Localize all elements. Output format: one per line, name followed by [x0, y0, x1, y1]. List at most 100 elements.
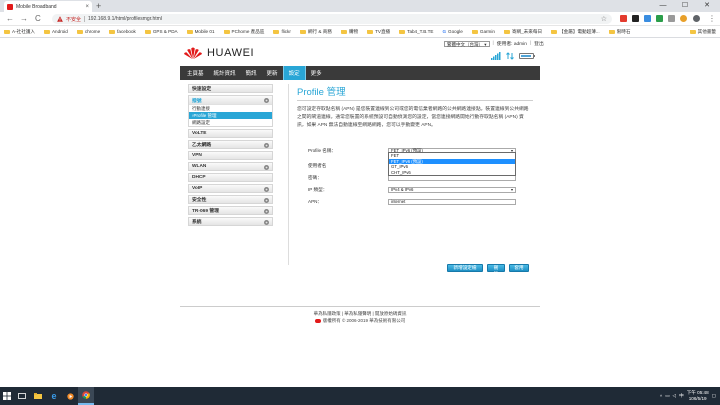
- close-window-button[interactable]: ✕: [696, 0, 718, 12]
- bookmark-item[interactable]: A-社社護入: [4, 29, 35, 35]
- expand-icon[interactable]: +: [264, 142, 269, 148]
- address-bar[interactable]: 不安全 192.168.9.1/html/profilesmgr.html ☆: [52, 14, 612, 24]
- nav-statistics[interactable]: 統計資訊: [209, 66, 241, 80]
- expand-icon[interactable]: +: [264, 208, 269, 214]
- bookmark-item[interactable]: Garmin: [471, 29, 495, 34]
- delete-button[interactable]: 刪除: [487, 264, 505, 276]
- expand-icon[interactable]: +: [264, 186, 269, 192]
- bookmark-item[interactable]: facebook: [109, 29, 136, 34]
- clock-date: 106/5/19: [688, 396, 707, 401]
- clock[interactable]: 下午 05:48 106/5/19: [687, 390, 709, 402]
- bookmark-item[interactable]: 限時石: [608, 29, 630, 35]
- password-field-label: 密碼：: [308, 175, 322, 180]
- sidebar-item-dhcp[interactable]: DHCP: [188, 173, 273, 182]
- google-icon: G: [442, 29, 447, 34]
- new-profile-button[interactable]: 新增設定檔: [447, 264, 483, 272]
- sidebar-item-ethernet[interactable]: 乙太網路 +: [188, 140, 273, 149]
- expand-icon[interactable]: +: [264, 197, 269, 203]
- edge-icon[interactable]: e: [46, 387, 62, 405]
- bookmark-item[interactable]: 購物: [340, 29, 358, 35]
- title-divider: [297, 100, 533, 101]
- browser-tab[interactable]: Mobile Broadband ×: [4, 1, 92, 12]
- back-button[interactable]: ←: [6, 14, 14, 23]
- url-text[interactable]: 192.168.9.1/html/profilesmgr.html: [88, 16, 162, 22]
- sidebar-item-voip[interactable]: VoIP +: [188, 184, 273, 193]
- sidebar-item-volte[interactable]: VoLTE: [188, 129, 273, 138]
- bookmark-item[interactable]: 寄網_未來每日: [503, 29, 542, 35]
- expand-icon[interactable]: +: [264, 164, 269, 170]
- tray-chevron-icon[interactable]: ^: [660, 394, 662, 399]
- sidebar-subitem-profile-management[interactable]: ›Profile 管理: [189, 112, 272, 119]
- bookmark-item[interactable]: TV直播: [367, 29, 390, 35]
- sidebar-item-dialup[interactable]: 撥號 +: [189, 96, 272, 105]
- apply-button[interactable]: 套用: [509, 264, 529, 272]
- nav-settings[interactable]: 設定: [282, 66, 306, 80]
- omnibox-divider: [84, 16, 86, 22]
- language-select[interactable]: 繁體中文（台灣） ▾: [444, 40, 490, 47]
- maximize-button[interactable]: ☐: [674, 0, 696, 12]
- nav-sms[interactable]: 簡訊: [241, 66, 262, 80]
- task-view-icon[interactable]: [14, 387, 30, 405]
- system-tray: ^ ▭ ◁ 中 下午 05:48 106/5/19 ▢: [660, 387, 716, 405]
- extension-icon[interactable]: [668, 15, 675, 22]
- nav-home[interactable]: 主頁基: [182, 66, 209, 80]
- page-footer: 華為私隱政策 | 華為私隱聲明 | 開放原始碼資訊 版權所有 © 2006-20…: [180, 310, 540, 324]
- bookmark-item[interactable]: chrome: [76, 29, 100, 34]
- sidebar-item-quick-setup[interactable]: 快速設定: [188, 84, 273, 93]
- extension-icon[interactable]: [644, 15, 651, 22]
- minimize-button[interactable]: —: [652, 0, 674, 12]
- bookmark-item[interactable]: GPS & PDA: [144, 29, 178, 34]
- dropdown-option[interactable]: CHT_IPv6: [389, 170, 515, 176]
- bookmark-item[interactable]: Tab4_T.B.TE: [399, 29, 433, 34]
- network-icon[interactable]: ▭: [665, 393, 669, 399]
- other-bookmarks[interactable]: 其他書籤: [689, 26, 716, 37]
- bookmark-star-icon[interactable]: ☆: [601, 15, 607, 23]
- folder-icon: [144, 29, 151, 34]
- expand-icon[interactable]: +: [264, 219, 269, 225]
- input-language[interactable]: 中: [679, 393, 684, 399]
- file-explorer-icon[interactable]: [30, 387, 46, 405]
- forward-button[interactable]: →: [20, 14, 28, 23]
- bookmark-item[interactable]: 【金屬】電動超薄...: [551, 29, 600, 35]
- browser-menu-icon[interactable]: ⋮: [708, 14, 716, 23]
- extension-icon[interactable]: [680, 15, 687, 22]
- footer-links[interactable]: 華為私隱政策 | 華為私隱聲明 | 開放原始碼資訊: [180, 310, 540, 317]
- huawei-flower-icon: [184, 47, 202, 59]
- sidebar-subitem-mobile-connection[interactable]: 行動連接: [189, 105, 272, 112]
- tab-close-icon[interactable]: ×: [85, 4, 89, 10]
- sidebar-item-tr069[interactable]: TR-069 管理 +: [188, 206, 273, 215]
- chrome-icon[interactable]: [78, 387, 94, 405]
- extension-icon[interactable]: [620, 15, 627, 22]
- sidebar-item-system[interactable]: 系統 +: [188, 217, 273, 226]
- profile-dropdown-list: FET FET_IPv6 (預設) GT_IPv6 CHT_IPv6: [388, 152, 516, 176]
- notifications-icon[interactable]: ▢: [712, 393, 716, 399]
- shield-extension-icon[interactable]: [656, 15, 663, 22]
- sidebar-subitem-network-settings[interactable]: 網路設定: [189, 119, 272, 126]
- media-player-icon[interactable]: [62, 387, 78, 405]
- bookmark-item[interactable]: PChome 產品區: [223, 29, 264, 35]
- sidebar-item-security[interactable]: 安全性 +: [188, 195, 273, 204]
- security-label[interactable]: 不安全: [66, 16, 81, 23]
- collapse-icon[interactable]: +: [264, 97, 269, 103]
- nav-more[interactable]: 更多: [306, 66, 327, 80]
- reload-button[interactable]: C: [35, 14, 41, 23]
- apn-field[interactable]: internet: [388, 199, 516, 205]
- sidebar-item-wlan[interactable]: WLAN +: [188, 162, 273, 171]
- folder-icon: [503, 29, 510, 34]
- bookmark-item[interactable]: G Google: [442, 29, 462, 34]
- folder-icon: [76, 29, 83, 34]
- nav-update[interactable]: 更新: [262, 66, 283, 80]
- new-tab-button[interactable]: +: [96, 1, 101, 11]
- bookmark-item[interactable]: Android: [43, 29, 68, 34]
- bookmark-item[interactable]: Mobile 01: [186, 29, 215, 34]
- extension-icon[interactable]: [632, 15, 639, 22]
- bookmark-item[interactable]: flickr: [273, 29, 291, 34]
- ip-type-select[interactable]: IPv4 & IPv6 ▾: [388, 187, 516, 193]
- sidebar-item-vpn[interactable]: VPN: [188, 151, 273, 160]
- warning-icon: [57, 16, 63, 22]
- start-button[interactable]: [0, 387, 14, 405]
- bookmark-item[interactable]: 網行 & 商務: [299, 29, 332, 35]
- volume-icon[interactable]: ◁: [673, 393, 677, 399]
- logout-link[interactable]: 登出: [534, 40, 544, 47]
- profile-avatar-icon[interactable]: [693, 15, 700, 22]
